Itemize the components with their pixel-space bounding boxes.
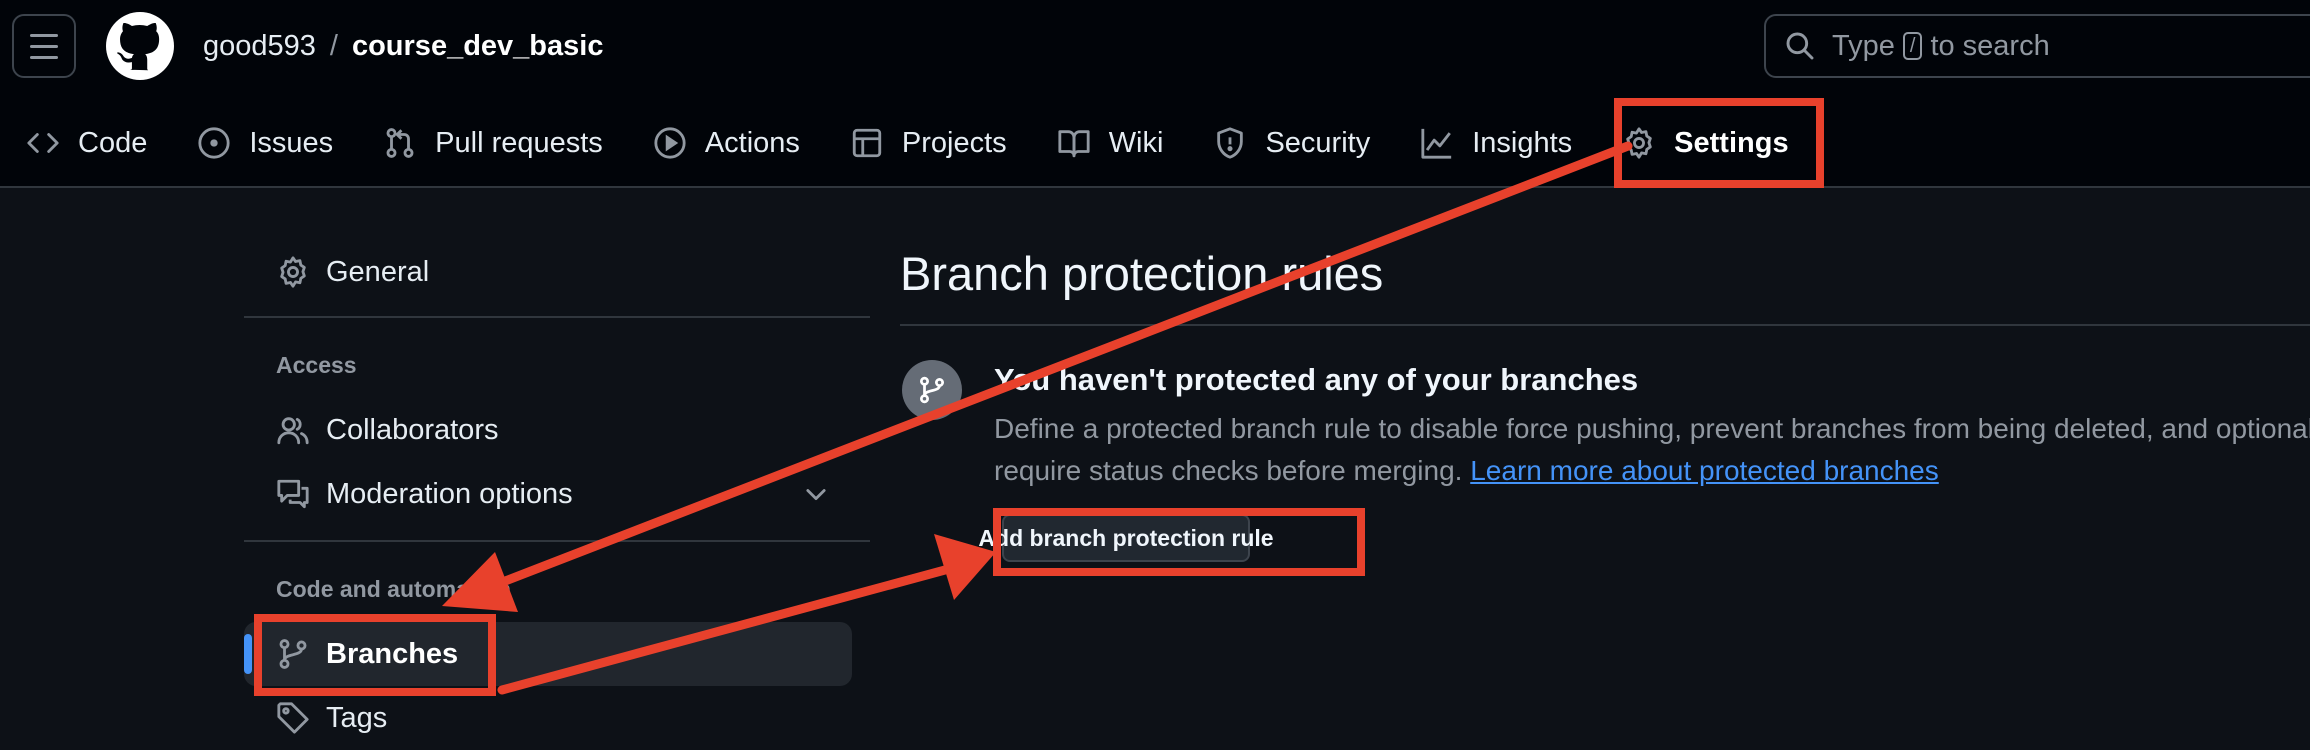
tab-label: Wiki [1108,126,1164,159]
sidebar-divider [244,540,870,542]
breadcrumb-separator: / [329,30,338,62]
tab-label: Settings [1674,126,1789,159]
search-placeholder-suffix: to search [1930,29,2050,62]
learn-more-link[interactable]: Learn more about protected branches [1470,455,1939,486]
gear-icon [280,256,306,288]
people-icon [277,417,309,445]
tag-icon [277,702,309,734]
tab-label: Code [78,126,148,159]
search-placeholder-prefix: Type [1832,29,1895,62]
code-icon [27,133,59,153]
play-icon [654,127,686,159]
repo-owner-link[interactable]: good593 [203,30,316,62]
git-branch-icon [920,376,944,404]
sidebar-item-label: Moderation options [326,477,573,510]
title-divider [900,324,2310,326]
tab-projects[interactable]: Projects [850,126,1007,160]
search-shortcut-key: / [1902,32,1923,60]
repo-nav-tabs: Code Issues Pull requests Actions Projec… [0,100,1839,186]
repo-name-link[interactable]: course_dev_basic [352,30,603,62]
git-branch-icon [279,639,307,669]
chevron-down-icon[interactable] [802,480,830,508]
sidebar-item-label: Collaborators [326,413,499,446]
tab-issues[interactable]: Issues [197,126,333,160]
page-title: Branch protection rules [900,247,1384,300]
tab-label: Issues [249,126,334,159]
table-icon [852,128,882,158]
shield-icon [1217,127,1244,159]
search-icon [1786,32,1814,60]
sidebar-heading-code-automation: Code and automation [276,576,512,602]
repo-breadcrumb: good593 / course_dev_basic [203,24,603,68]
sidebar-item-label: Tags [326,701,388,734]
sidebar-heading-access: Access [276,352,357,378]
description-line-1: Define a protected branch rule to disabl… [994,413,2310,444]
sidebar-divider [244,316,870,318]
sidebar-item-general[interactable]: General [244,240,852,304]
description-line-2: require status checks before merging. [994,455,1463,486]
tab-wiki[interactable]: Wiki [1057,126,1164,160]
sidebar-item-label: General [326,255,430,288]
tab-settings[interactable]: Settings [1622,126,1789,160]
tab-label: Pull requests [435,126,603,159]
sidebar-item-label: Branches [326,637,459,670]
book-icon [1058,130,1090,158]
tab-security[interactable]: Security [1213,126,1370,160]
blankslate-icon [902,360,962,420]
tab-label: Security [1265,126,1371,159]
tab-insights[interactable]: Insights [1420,126,1572,160]
tab-pull-requests[interactable]: Pull requests [383,126,603,160]
add-branch-protection-rule-button[interactable]: Add branch protection rule [978,514,1274,562]
sidebar-item-tags[interactable]: Tags [244,686,852,750]
sidebar-item-moderation[interactable]: Moderation options [244,462,852,526]
issue-opened-icon [198,127,230,159]
hamburger-icon [30,33,58,37]
graph-icon [1421,128,1452,159]
tab-actions[interactable]: Actions [653,126,800,160]
comment-discussion-icon [277,479,309,509]
search-input[interactable]: Type / to search [1764,14,2310,78]
gear-icon [1626,127,1652,159]
blankslate-description: Define a protected branch rule to disabl… [994,408,2310,492]
sidebar-item-branches[interactable]: Branches [244,622,852,686]
tab-label: Actions [704,126,800,159]
top-header: good593 / course_dev_basic Type / to searc… [0,0,2310,188]
blankslate-title: You haven't protected any of your branch… [994,362,1639,397]
tab-code[interactable]: Code [26,126,147,160]
git-pull-request-icon [386,128,414,158]
menu-button[interactable] [12,14,76,78]
tab-label: Insights [1472,126,1573,159]
sidebar-item-collaborators[interactable]: Collaborators [244,398,852,462]
tab-label: Projects [901,126,1007,159]
github-logo-icon[interactable] [106,12,174,80]
